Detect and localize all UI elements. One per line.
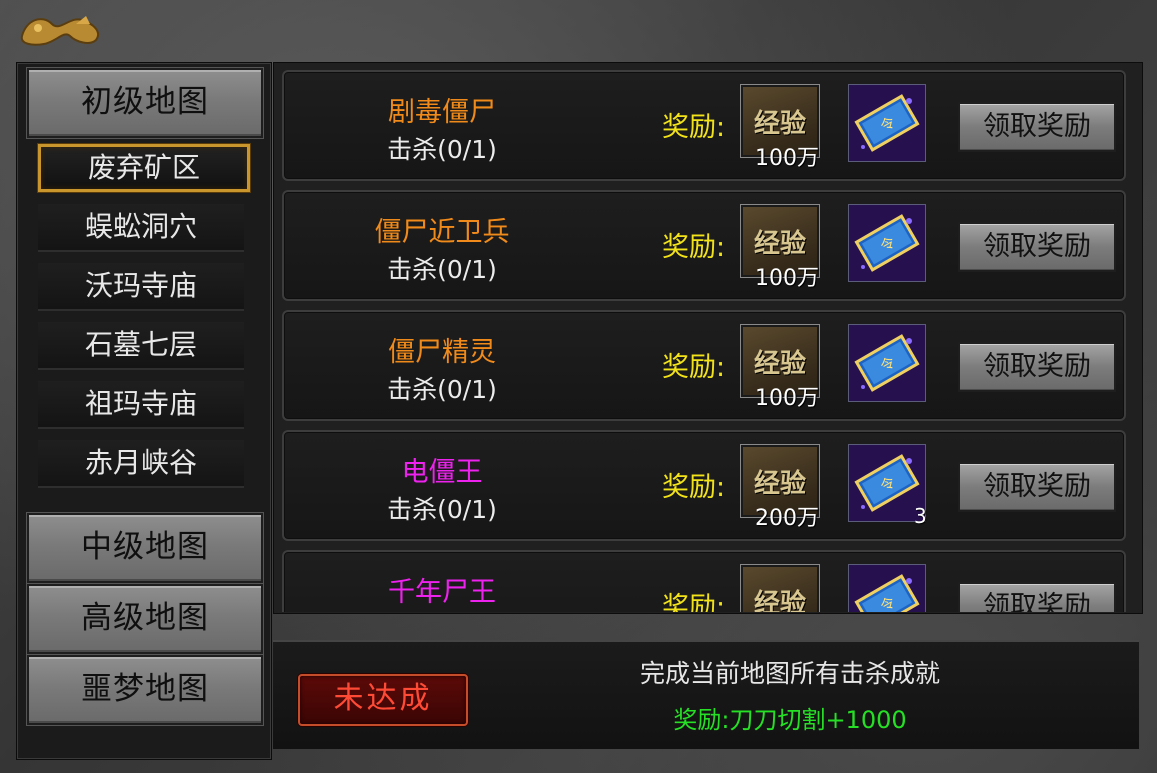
task-monster-name: 电僵王 xyxy=(401,457,483,488)
task-monster-name: 剧毒僵尸 xyxy=(388,97,496,128)
task-kill-progress: 击杀(0/1) xyxy=(387,255,497,284)
task-kill-progress: 击杀(0/1) xyxy=(387,135,497,164)
exp-amount: 100万 xyxy=(755,386,819,411)
claim-reward-button[interactable]: 领取奖励 xyxy=(958,342,1116,392)
map-item-centipede-cave[interactable]: 蜈蚣洞穴 xyxy=(38,204,244,252)
achievement-title: 完成当前地图所有击杀成就 xyxy=(639,659,940,688)
reward-label: 奖励: xyxy=(662,472,726,503)
claim-reward-button[interactable]: 领取奖励 xyxy=(958,222,1116,272)
map-item-woma-temple[interactable]: 沃玛寺庙 xyxy=(38,263,244,311)
dragon-emblem-icon xyxy=(20,16,100,46)
category-tab-nightmare[interactable]: 噩梦地图 xyxy=(27,655,263,725)
claim-reward-button[interactable]: 领取奖励 xyxy=(958,462,1116,512)
map-item-abandoned-mine[interactable]: 废弃矿区 xyxy=(38,144,250,192)
achievement-reward: 奖励:刀刀切割+1000 xyxy=(673,706,907,734)
exp-amount: 200万 xyxy=(755,506,819,531)
task-monster-name: 僵尸近卫兵 xyxy=(374,217,510,248)
exp-icon-label: 经验 xyxy=(753,589,806,612)
map-item-red-moon-canyon[interactable]: 赤月峡谷 xyxy=(38,440,244,488)
achievement-status-button[interactable]: 未达成 xyxy=(298,674,468,726)
task-row: 僵尸近卫兵击杀(0/1) 奖励: 经验 100万 令领取奖励 xyxy=(282,190,1126,301)
task-monster-name: 千年尸王 xyxy=(388,577,496,608)
task-row: 电僵王 击杀(0/1) 奖励: 经验 200万令 3 领取奖励 xyxy=(282,430,1126,541)
exp-icon-label: 经验 xyxy=(753,469,806,499)
claim-reward-button[interactable]: 领取奖励 xyxy=(958,582,1116,612)
task-monster-name: 僵尸精灵 xyxy=(388,337,496,368)
task-kill-progress: 击杀(0/1) xyxy=(387,375,497,404)
exp-reward-icon[interactable]: 经验 xyxy=(740,564,820,612)
reward-label: 奖励: xyxy=(662,232,726,263)
map-item-stone-tomb[interactable]: 石墓七层 xyxy=(38,322,244,370)
token-card-icon[interactable]: 令 xyxy=(848,564,926,612)
task-row: 千年尸王 奖励: 经验 令 领取奖励 xyxy=(282,550,1126,612)
exp-amount: 100万 xyxy=(755,266,819,291)
category-tab-intermediate[interactable]: 中级地图 xyxy=(27,513,263,583)
exp-amount: 100万 xyxy=(755,146,819,171)
task-kill-progress: 击杀(0/1) xyxy=(387,495,497,524)
reward-label: 奖励: xyxy=(662,592,726,612)
token-card-count: 3 xyxy=(914,504,927,528)
claim-reward-button[interactable]: 领取奖励 xyxy=(958,102,1116,152)
exp-icon-label: 经验 xyxy=(753,229,806,259)
exp-icon-label: 经验 xyxy=(753,109,806,139)
token-card-icon[interactable]: 令 xyxy=(848,324,926,402)
map-item-zuma-temple[interactable]: 祖玛寺庙 xyxy=(38,381,244,429)
exp-icon-label: 经验 xyxy=(753,349,806,379)
token-card-icon[interactable]: 令 xyxy=(848,84,926,162)
task-row: 僵尸精灵击杀(0/1) 奖励: 经验 100万 令领取奖励 xyxy=(282,310,1126,421)
category-tab-advanced[interactable]: 高级地图 xyxy=(27,584,263,654)
category-tab-basic[interactable]: 初级地图 xyxy=(27,68,263,138)
reward-label: 奖励: xyxy=(662,352,726,383)
task-row: 剧毒僵尸击杀(0/1) 奖励: 经验 100万 令领取奖励 xyxy=(282,70,1126,181)
reward-label: 奖励: xyxy=(662,112,726,143)
token-card-icon[interactable]: 令 xyxy=(848,204,926,282)
